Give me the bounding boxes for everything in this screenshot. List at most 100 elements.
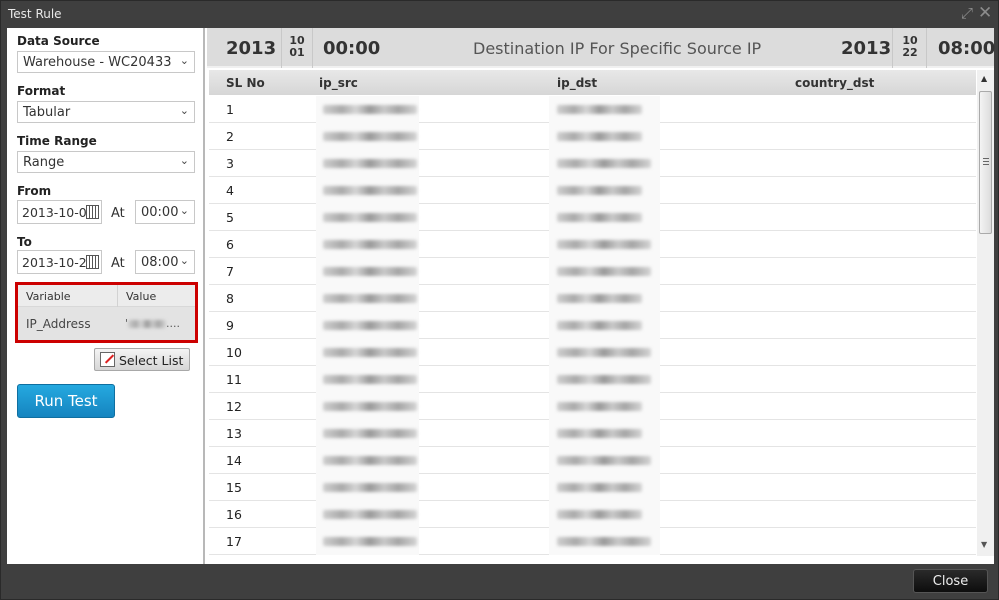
- column-header-ip-src[interactable]: ip_src: [319, 76, 358, 90]
- cell-ip-dst: [549, 366, 660, 393]
- cell-sl-no: 15: [226, 480, 242, 495]
- table-row[interactable]: 9: [209, 312, 976, 339]
- cell-ip-src: [316, 447, 419, 474]
- cell-sl-no: 13: [226, 426, 242, 441]
- cell-sl-no: 8: [226, 291, 234, 306]
- cell-sl-no: 1: [226, 102, 234, 117]
- chevron-down-icon: ⌄: [179, 204, 189, 217]
- table-row[interactable]: 10: [209, 339, 976, 366]
- table-row[interactable]: 4: [209, 177, 976, 204]
- variables-table: Variable Value IP_Address '....: [15, 282, 198, 343]
- column-header-sl-no[interactable]: SL No: [226, 76, 265, 90]
- start-day: 01: [289, 46, 305, 59]
- cell-ip-src: [316, 123, 419, 150]
- redacted-ip-src: [323, 510, 417, 519]
- cell-ip-dst: [549, 339, 660, 366]
- chevron-down-icon: ⌄: [179, 254, 189, 267]
- test-rule-dialog: Test Rule ⤢ ✕ Data Source Warehouse - WC…: [0, 0, 999, 600]
- table-row[interactable]: 6: [209, 231, 976, 258]
- redacted-ip-dst: [557, 105, 642, 114]
- close-icon[interactable]: ✕: [978, 4, 992, 22]
- from-label: From: [17, 184, 52, 198]
- redacted-ip-dst: [557, 510, 642, 519]
- from-time-value: 00:00: [141, 205, 179, 220]
- format-select[interactable]: Tabular ⌄: [17, 101, 195, 123]
- end-date-segment: 10 22: [892, 28, 927, 68]
- maximize-icon[interactable]: ⤢: [961, 4, 973, 22]
- close-button[interactable]: Close: [913, 569, 988, 593]
- table-row[interactable]: 5: [209, 204, 976, 231]
- select-list-label: Select List: [119, 353, 184, 368]
- to-date-value: 2013-10-2: [22, 255, 87, 270]
- from-time-select[interactable]: 00:00 ⌄: [135, 200, 195, 224]
- time-range-label: Time Range: [17, 134, 97, 148]
- cell-ip-dst: [549, 150, 660, 177]
- cell-sl-no: 5: [226, 210, 234, 225]
- to-time-select[interactable]: 08:00 ⌄: [135, 250, 195, 274]
- table-row[interactable]: 14: [209, 447, 976, 474]
- redacted-ip-dst: [557, 375, 651, 384]
- table-row[interactable]: 16: [209, 501, 976, 528]
- redacted-ip-dst: [557, 132, 642, 141]
- chevron-down-icon: ⌄: [179, 104, 189, 117]
- table-row[interactable]: 12: [209, 393, 976, 420]
- title-bar[interactable]: Test Rule ⤢ ✕: [1, 1, 998, 28]
- redacted-ip-src: [323, 375, 417, 384]
- column-header-ip-dst[interactable]: ip_dst: [557, 76, 597, 90]
- select-list-button[interactable]: Select List: [94, 348, 190, 371]
- redacted-ip-src: [323, 186, 417, 195]
- scrollbar-thumb[interactable]: [979, 91, 992, 234]
- time-range-select[interactable]: Range ⌄: [17, 151, 195, 173]
- cell-ip-dst: [549, 528, 660, 555]
- report-title: Destination IP For Specific Source IP: [473, 39, 762, 58]
- to-date-input[interactable]: 2013-10-2: [17, 250, 102, 274]
- run-test-button[interactable]: Run Test: [17, 384, 115, 418]
- table-row[interactable]: 11: [209, 366, 976, 393]
- redacted-ip-src: [323, 402, 417, 411]
- cell-ip-dst: [549, 177, 660, 204]
- variable-column-header[interactable]: Variable: [26, 290, 71, 303]
- edit-icon: [100, 352, 115, 367]
- redacted-ip-src: [323, 105, 417, 114]
- calendar-icon[interactable]: [86, 255, 99, 269]
- cell-ip-dst: [549, 420, 660, 447]
- redacted-ip-dst: [557, 348, 651, 357]
- cell-sl-no: 3: [226, 156, 234, 171]
- redacted-ip-dst: [557, 483, 642, 492]
- cell-sl-no: 10: [226, 345, 242, 360]
- end-day: 22: [902, 46, 918, 59]
- data-source-select[interactable]: Warehouse - WC20433 ⌄: [17, 51, 195, 73]
- scroll-up-arrow-icon[interactable]: ▲: [981, 74, 987, 83]
- table-row[interactable]: 7: [209, 258, 976, 285]
- cell-ip-dst: [549, 312, 660, 339]
- table-row[interactable]: 1: [209, 96, 976, 123]
- end-time: 08:00: [938, 38, 996, 59]
- from-date-input[interactable]: 2013-10-0: [17, 200, 102, 224]
- table-row[interactable]: 8: [209, 285, 976, 312]
- redacted-ip-dst: [557, 402, 642, 411]
- scroll-down-arrow-icon[interactable]: ▼: [981, 540, 987, 549]
- redacted-ip-dst: [557, 429, 642, 438]
- start-time: 00:00: [323, 38, 381, 59]
- cell-ip-dst: [549, 231, 660, 258]
- to-at-label: At: [111, 256, 125, 271]
- results-panel: 2013 10 01 00:00 Destination IP For Speci…: [207, 28, 996, 564]
- table-row[interactable]: 13: [209, 420, 976, 447]
- cell-sl-no: 9: [226, 318, 234, 333]
- cell-ip-src: [316, 393, 419, 420]
- variable-row[interactable]: IP_Address '....: [18, 308, 195, 340]
- cell-ip-src: [316, 420, 419, 447]
- table-row[interactable]: 2: [209, 123, 976, 150]
- redacted-ip-dst: [557, 267, 651, 276]
- start-year-segment: 2013: [207, 28, 282, 68]
- vertical-scrollbar[interactable]: ▲ ▼: [977, 70, 994, 556]
- table-row[interactable]: 17: [209, 528, 976, 555]
- redacted-ip-src: [323, 294, 417, 303]
- table-row[interactable]: 3: [209, 150, 976, 177]
- calendar-icon[interactable]: [86, 205, 99, 219]
- redacted-ip-dst: [557, 240, 651, 249]
- value-column-header[interactable]: Value: [126, 290, 156, 303]
- column-header-country-dst[interactable]: country_dst: [795, 76, 874, 90]
- variables-table-header: Variable Value: [18, 285, 195, 307]
- table-row[interactable]: 15: [209, 474, 976, 501]
